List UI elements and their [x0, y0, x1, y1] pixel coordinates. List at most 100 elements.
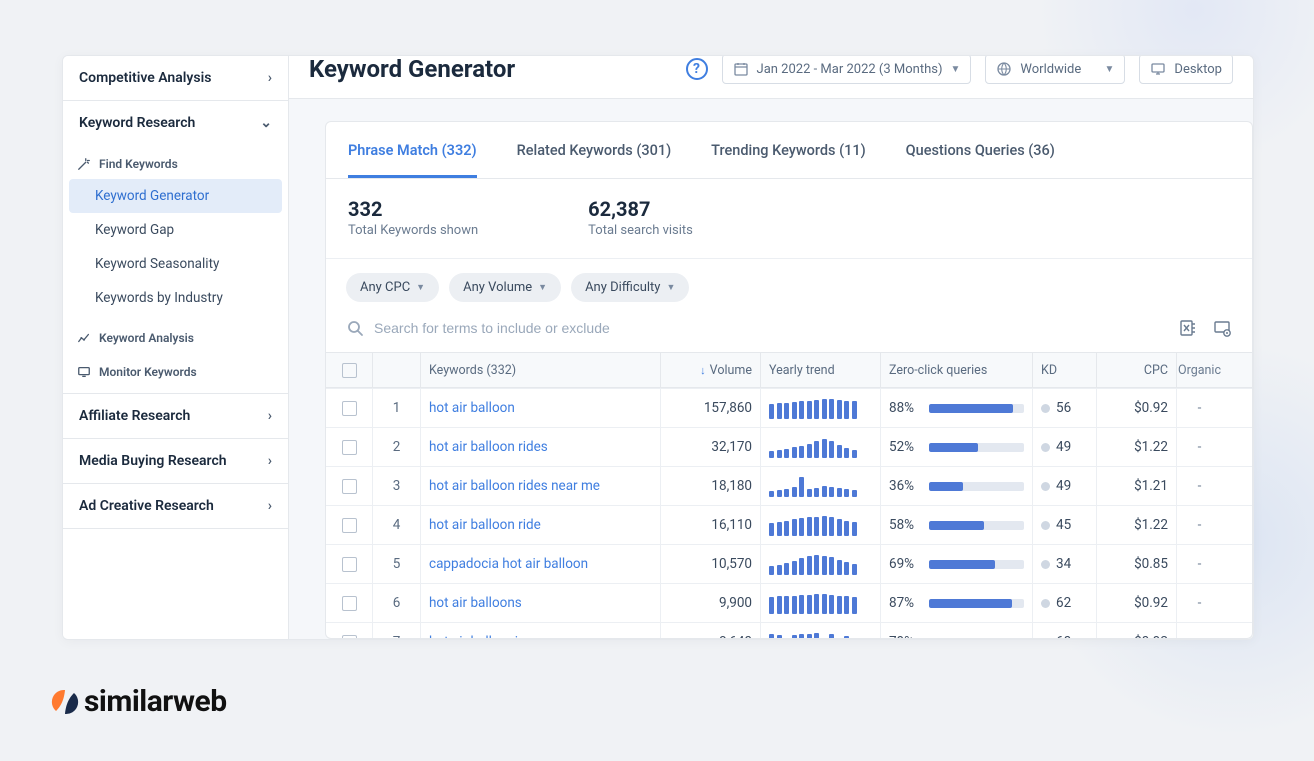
page-title: Keyword Generator: [309, 56, 515, 83]
app-window: Competitive Analysis › Keyword Research …: [62, 55, 1254, 640]
cell-volume: 9,900: [660, 584, 760, 622]
sidebar-subhead-analysis[interactable]: Keyword Analysis: [63, 315, 288, 353]
tab-questions[interactable]: Questions Queries (36): [906, 122, 1055, 178]
cell-cpc: $0.92: [1096, 623, 1176, 638]
sidebar-item-keyword-seasonality[interactable]: Keyword Seasonality: [63, 247, 288, 281]
col-kd[interactable]: KD: [1032, 353, 1096, 387]
cell-trend: [760, 389, 880, 427]
progress-bar: [929, 638, 1024, 639]
keyword-link[interactable]: hot air balloons: [429, 595, 522, 611]
col-volume[interactable]: ↓Volume: [660, 353, 760, 387]
cell-zero-click: 87%: [880, 584, 1032, 622]
cell-trend: [760, 623, 880, 638]
col-zero-click[interactable]: Zero-click queries: [880, 353, 1032, 387]
export-excel-icon[interactable]: [1178, 318, 1198, 338]
col-index: [372, 353, 420, 387]
sidebar-section-ad-creative[interactable]: Ad Creative Research ›: [63, 484, 288, 529]
cell-checkbox[interactable]: [326, 623, 372, 638]
settings-icon[interactable]: [1212, 318, 1232, 338]
filter-cpc[interactable]: Any CPC▼: [346, 273, 439, 302]
chevron-down-icon: ▼: [538, 282, 547, 293]
calendar-icon: [733, 61, 749, 77]
sort-down-icon: ↓: [700, 364, 706, 377]
sidebar-item-keywords-by-industry[interactable]: Keywords by Industry: [63, 281, 288, 315]
zero-click-value: 87%: [889, 595, 921, 611]
help-icon[interactable]: ?: [686, 58, 708, 80]
summary-row: 332 Total Keywords shown 62,387 Total se…: [326, 179, 1252, 259]
keyword-link[interactable]: hot air ballooning: [429, 634, 533, 638]
summary-number: 62,387: [588, 197, 693, 221]
checkbox-icon[interactable]: [342, 557, 357, 572]
keywords-table: Keywords (332) ↓Volume Yearly trend Zero…: [326, 352, 1252, 638]
col-checkbox[interactable]: [326, 353, 372, 387]
cell-volume: 16,110: [660, 506, 760, 544]
cell-organic: -: [1176, 623, 1222, 638]
keyword-link[interactable]: hot air balloon rides: [429, 439, 548, 455]
cell-keyword: hot air balloon rides near me: [420, 467, 660, 505]
sidebar-section-affiliate[interactable]: Affiliate Research ›: [63, 394, 288, 439]
checkbox-icon[interactable]: [342, 440, 357, 455]
checkbox-icon[interactable]: [342, 479, 357, 494]
cell-cpc: $0.92: [1096, 584, 1176, 622]
filter-difficulty[interactable]: Any Difficulty▼: [571, 273, 689, 302]
cell-trend: [760, 506, 880, 544]
keyword-link[interactable]: cappadocia hot air balloon: [429, 556, 588, 572]
sidebar-section-keyword-research[interactable]: Keyword Research ⌄: [63, 101, 288, 145]
chevron-right-icon: ›: [268, 453, 272, 469]
checkbox-icon[interactable]: [342, 401, 357, 416]
keyword-link[interactable]: hot air balloon ride: [429, 517, 541, 533]
cell-checkbox[interactable]: [326, 506, 372, 544]
cell-trend: [760, 545, 880, 583]
sidebar-subhead-find: Find Keywords: [63, 145, 288, 179]
cell-checkbox[interactable]: [326, 545, 372, 583]
summary-label: Total search visits: [588, 223, 693, 238]
sidebar-section-label: Ad Creative Research: [79, 498, 214, 514]
kd-dot-icon: [1041, 638, 1050, 639]
date-range-select[interactable]: Jan 2022 - Mar 2022 (3 Months) ▼: [722, 56, 972, 84]
cell-keyword: hot air balloon ride: [420, 506, 660, 544]
keyword-link[interactable]: hot air balloon: [429, 400, 515, 416]
checkbox-icon[interactable]: [342, 635, 357, 639]
checkbox-icon[interactable]: [342, 518, 357, 533]
summary-number: 332: [348, 197, 478, 221]
col-cpc[interactable]: CPC: [1096, 353, 1176, 387]
cell-checkbox[interactable]: [326, 467, 372, 505]
col-organic[interactable]: Organic: [1176, 353, 1222, 387]
tab-related[interactable]: Related Keywords (301): [517, 122, 672, 178]
filter-volume[interactable]: Any Volume▼: [449, 273, 561, 302]
zero-click-value: 58%: [889, 517, 921, 533]
sidebar-section-label: Media Buying Research: [79, 453, 227, 469]
sidebar-item-keyword-gap[interactable]: Keyword Gap: [63, 213, 288, 247]
keyword-link[interactable]: hot air balloon rides near me: [429, 478, 600, 494]
logo-mark-icon: [50, 687, 80, 717]
cell-checkbox[interactable]: [326, 584, 372, 622]
chevron-down-icon: ▼: [951, 64, 961, 75]
kd-value: 45: [1056, 517, 1071, 533]
sidebar-section-competitive[interactable]: Competitive Analysis ›: [63, 56, 288, 101]
cell-checkbox[interactable]: [326, 389, 372, 427]
cell-checkbox[interactable]: [326, 428, 372, 466]
sparkline-icon: [769, 631, 857, 638]
cell-organic: -: [1176, 506, 1222, 544]
table-row: 5cappadocia hot air balloon10,57069%34$0…: [326, 544, 1252, 583]
progress-bar: [929, 404, 1024, 413]
search-input[interactable]: [374, 320, 1168, 336]
sidebar-section-media[interactable]: Media Buying Research ›: [63, 439, 288, 484]
cell-kd: 62: [1032, 584, 1096, 622]
sidebar-section-label: Competitive Analysis: [79, 70, 211, 86]
tab-trending[interactable]: Trending Keywords (11): [711, 122, 865, 178]
tab-phrase-match[interactable]: Phrase Match (332): [348, 122, 477, 178]
col-keywords[interactable]: Keywords (332): [420, 353, 660, 387]
checkbox-icon[interactable]: [342, 596, 357, 611]
checkbox-icon[interactable]: [342, 363, 357, 378]
region-select[interactable]: Worldwide ▼: [985, 56, 1125, 84]
col-trend[interactable]: Yearly trend: [760, 353, 880, 387]
sidebar-subhead-monitor[interactable]: Monitor Keywords: [63, 353, 288, 394]
cell-trend: [760, 428, 880, 466]
device-select[interactable]: Desktop: [1139, 56, 1233, 84]
sidebar-item-keyword-generator[interactable]: Keyword Generator: [69, 179, 282, 213]
cell-zero-click: 58%: [880, 506, 1032, 544]
progress-bar: [929, 482, 1024, 491]
cell-index: 4: [372, 506, 420, 544]
region-label: Worldwide: [1020, 62, 1081, 77]
